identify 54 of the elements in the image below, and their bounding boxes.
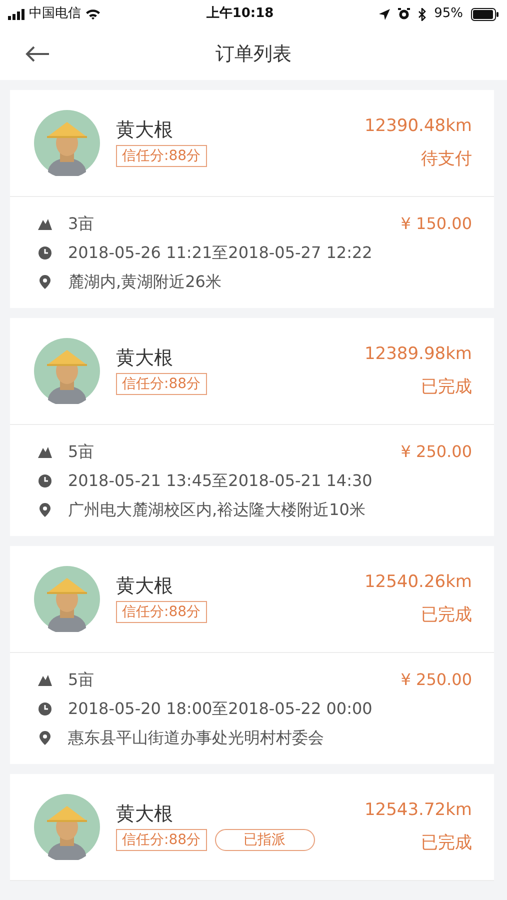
time-range-text: 2018-05-21 13:45至2018-05-21 14:30 <box>68 470 372 492</box>
trust-score-tag: 信任分:88分 <box>116 601 207 624</box>
time-range-text: 2018-05-20 18:00至2018-05-22 00:00 <box>68 698 372 720</box>
back-button[interactable] <box>24 45 50 63</box>
area-text: 5亩 <box>68 440 94 462</box>
distance-text: 12540.26km <box>364 570 472 594</box>
avatar-figure <box>34 794 100 860</box>
clock-icon <box>38 474 52 488</box>
order-status: 已完成 <box>421 376 472 399</box>
price-text: ¥ 250.00 <box>400 668 472 690</box>
battery-percent: 95% <box>434 5 463 24</box>
location-text: 麓湖内,黄湖附近26米 <box>68 270 222 292</box>
clock-icon <box>38 246 52 260</box>
location-arrow-icon <box>379 8 390 20</box>
area-text: 3亩 <box>68 212 94 234</box>
trust-score-tag: 信任分:88分 <box>116 373 207 396</box>
time-range-text: 2018-05-26 11:21至2018-05-27 12:22 <box>68 242 372 264</box>
back-arrow-icon <box>24 45 50 63</box>
distance-text: 12543.72km <box>364 798 472 822</box>
customer-name: 黄大根 <box>116 118 174 142</box>
mountain-icon <box>38 216 52 230</box>
price-text: ¥ 250.00 <box>400 440 472 462</box>
location-pin-icon <box>38 274 52 288</box>
page-title: 订单列表 <box>216 42 292 66</box>
signal-icon <box>8 8 25 20</box>
distance-text: 12390.48km <box>364 114 472 138</box>
price-text: ¥ 150.00 <box>400 212 472 234</box>
clock-icon <box>38 702 52 716</box>
trust-score-tag: 信任分:88分 <box>116 145 207 168</box>
status-time: 上午10:18 <box>206 5 274 24</box>
customer-name: 黄大根 <box>116 802 174 826</box>
trust-score-tag: 信任分:88分 <box>116 829 207 852</box>
avatar-figure <box>34 110 100 176</box>
location-text: 广州电大麓湖校区内,裕达隆大楼附近10米 <box>68 498 366 520</box>
customer-name: 黄大根 <box>116 346 174 370</box>
bluetooth-icon <box>418 8 426 20</box>
assigned-tag: 已指派 <box>214 829 315 852</box>
wifi-icon <box>85 8 101 20</box>
location-pin-icon <box>38 730 52 744</box>
order-status: 已完成 <box>421 604 472 627</box>
mountain-icon <box>38 444 52 458</box>
carrier-name: 中国电信 <box>29 5 81 24</box>
order-status: 已完成 <box>421 832 472 855</box>
location-text: 惠东县平山街道办事处光明村村委会 <box>68 726 324 748</box>
customer-name: 黄大根 <box>116 574 174 598</box>
location-pin-icon <box>38 502 52 516</box>
area-text: 5亩 <box>68 668 94 690</box>
alarm-icon <box>398 8 410 20</box>
battery-icon <box>470 8 499 20</box>
distance-text: 12389.98km <box>364 342 472 366</box>
mountain-icon <box>38 672 52 686</box>
order-status: 待支付 <box>421 148 472 171</box>
avatar-figure <box>34 566 100 632</box>
avatar-figure <box>34 338 100 404</box>
